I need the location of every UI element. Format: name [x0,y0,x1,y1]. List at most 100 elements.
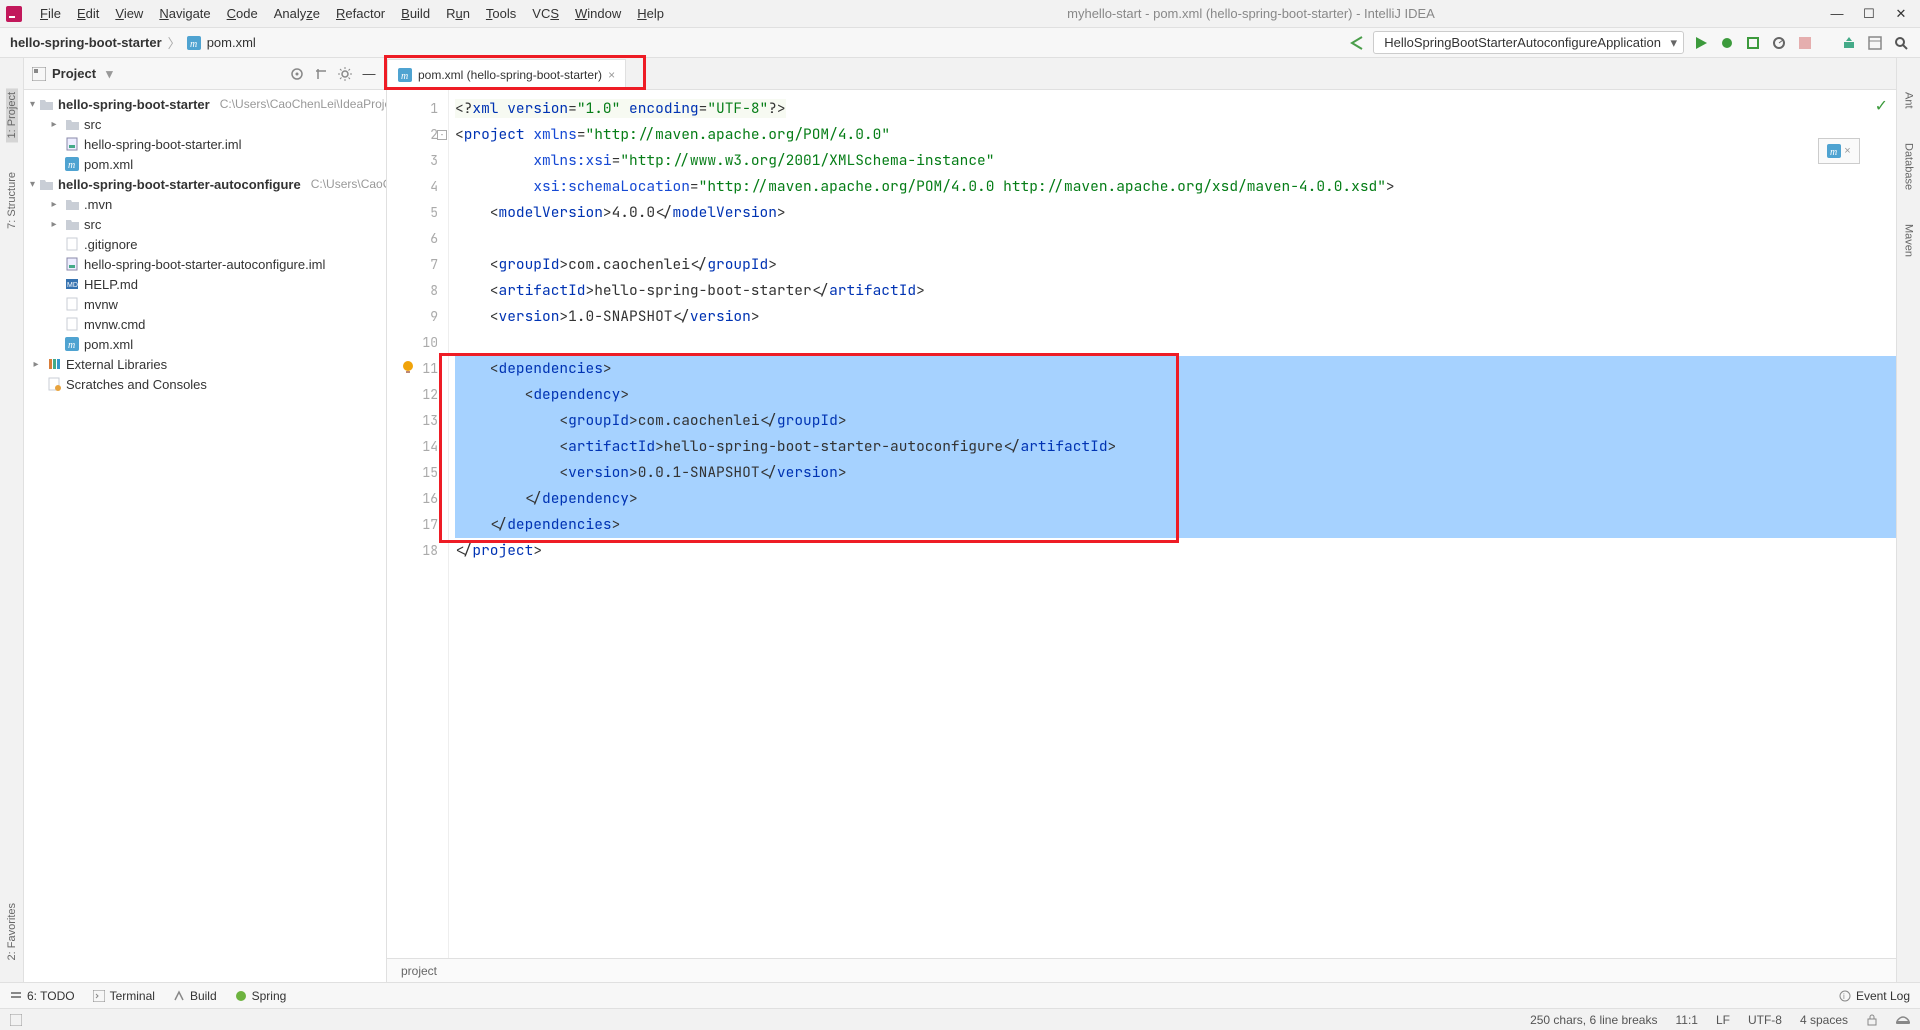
rail-ant[interactable]: Ant [1903,88,1915,113]
project-panel-title[interactable]: Project [32,66,113,82]
tool-terminal[interactable]: Terminal [93,989,155,1003]
rail-maven[interactable]: Maven [1903,220,1915,261]
breadcrumb: hello-spring-boot-starter 〉 m pom.xml [10,33,256,52]
settings-structure-icon[interactable] [1866,34,1884,52]
editor-tabs: m pom.xml (hello-spring-boot-starter) × [387,58,1896,90]
menu-build[interactable]: Build [393,2,438,25]
tool-todo[interactable]: 6: TODO [10,989,75,1003]
rail-structure[interactable]: 7: Structure [6,168,18,233]
expand-icon[interactable] [312,65,330,83]
menu-run[interactable]: Run [438,2,478,25]
locate-icon[interactable] [288,65,306,83]
project-panel-header: Project — [24,58,386,90]
close-tab-icon[interactable]: × [608,68,615,82]
editor-area: m pom.xml (hello-spring-boot-starter) × … [387,58,1896,982]
tree-item[interactable]: .mvn [24,194,386,214]
tree-item[interactable]: .gitignore [24,234,386,254]
status-block-icon[interactable] [10,1014,22,1026]
svg-text:m: m [68,160,75,171]
tree-item[interactable]: MDHELP.md [24,274,386,294]
breadcrumb-file[interactable]: pom.xml [207,35,256,50]
menu-tools[interactable]: Tools [478,2,524,25]
tree-item[interactable]: mvnw.cmd [24,314,386,334]
tree-item[interactable]: mvnw [24,294,386,314]
svg-text:m: m [1830,147,1837,158]
status-indent[interactable]: 4 spaces [1800,1013,1848,1027]
run-button[interactable] [1692,34,1710,52]
menu-view[interactable]: View [107,2,151,25]
menu-help[interactable]: Help [629,2,672,25]
hide-icon[interactable]: — [360,65,378,83]
inspector-hat-icon[interactable] [1896,1015,1910,1025]
tree-item[interactable]: hello-spring-boot-starter-autoconfigure.… [24,254,386,274]
project-panel: Project — hello-spring-boot-starterC:\Us… [24,58,387,982]
coverage-button[interactable] [1744,34,1762,52]
breadcrumb-root[interactable]: hello-spring-boot-starter [10,35,162,50]
menu-edit[interactable]: Edit [69,2,107,25]
editor-breadcrumb[interactable]: project [387,958,1896,982]
window-controls: — ☐ ✕ [1830,6,1914,22]
menu-window[interactable]: Window [567,2,629,25]
status-encoding[interactable]: UTF-8 [1748,1013,1782,1027]
lock-icon[interactable] [1866,1014,1878,1026]
minimize-button[interactable]: — [1830,6,1844,22]
gear-icon[interactable] [336,65,354,83]
status-bar: 250 chars, 6 line breaks 11:1 LF UTF-8 4… [0,1008,1920,1030]
editor-body[interactable]: 123456789101112131415161718 <?xml versio… [387,90,1896,958]
tool-spring[interactable]: Spring [235,989,287,1003]
run-config-dropdown[interactable]: HelloSpringBootStarterAutoconfigureAppli… [1373,31,1684,54]
window-title: myhello-start - pom.xml (hello-spring-bo… [672,6,1830,21]
menu-analyze[interactable]: Analyze [266,2,328,25]
inspection-ok-icon: ✓ [1875,96,1888,116]
project-tree[interactable]: hello-spring-boot-starterC:\Users\CaoChe… [24,90,386,982]
tree-item[interactable]: Scratches and Consoles [24,374,386,394]
menu-refactor[interactable]: Refactor [328,2,393,25]
code-area[interactable]: <?xml version="1.0" encoding="UTF-8"?><p… [449,90,1896,958]
menu-navigate[interactable]: Navigate [151,2,218,25]
menu-code[interactable]: Code [219,2,266,25]
debug-button[interactable] [1718,34,1736,52]
tree-item[interactable]: hello-spring-boot-starter-autoconfigureC… [24,174,386,194]
line-gutter: 123456789101112131415161718 [387,90,449,958]
breadcrumb-sep: 〉 [168,33,181,52]
status-line-sep[interactable]: LF [1716,1013,1730,1027]
m-icon: m [187,36,201,50]
tree-item[interactable]: mpom.xml [24,154,386,174]
maximize-button[interactable]: ☐ [1862,6,1876,22]
svg-text:m: m [68,340,75,351]
status-caret-pos[interactable]: 11:1 [1675,1013,1697,1027]
main-area: 1: Project 7: Structure 2: Favorites Pro… [0,58,1920,982]
bottom-tool-bar: 6: TODO Terminal Build Spring iEvent Log [0,982,1920,1008]
maven-reimport-popup[interactable]: m × [1818,138,1860,164]
menubar: File Edit View Navigate Code Analyze Ref… [0,0,1920,28]
nav-toolbar: hello-spring-boot-starter 〉 m pom.xml He… [0,28,1920,58]
menu-file[interactable]: File [32,2,69,25]
svg-text:MD: MD [67,282,78,289]
tool-build[interactable]: Build [173,989,217,1003]
tree-item[interactable]: hello-spring-boot-starter.iml [24,134,386,154]
back-target-icon[interactable] [1347,34,1365,52]
tree-item[interactable]: hello-spring-boot-starterC:\Users\CaoChe… [24,94,386,114]
close-button[interactable]: ✕ [1894,6,1908,22]
stop-button[interactable] [1796,34,1814,52]
tab-pom-xml[interactable]: m pom.xml (hello-spring-boot-starter) × [387,59,626,89]
rail-database[interactable]: Database [1903,139,1915,194]
update-button[interactable] [1840,34,1858,52]
profile-button[interactable] [1770,34,1788,52]
right-tool-rail: Ant Database Maven [1896,58,1920,982]
rail-favorites[interactable]: 2: Favorites [6,899,18,964]
intention-bulb-icon[interactable] [401,360,415,374]
svg-text:m: m [401,71,408,82]
tree-item[interactable]: mpom.xml [24,334,386,354]
search-everywhere-icon[interactable] [1892,34,1910,52]
tree-item[interactable]: src [24,214,386,234]
rail-project[interactable]: 1: Project [6,88,18,142]
tree-item[interactable]: External Libraries [24,354,386,374]
toolbar-actions: HelloSpringBootStarterAutoconfigureAppli… [1347,31,1910,54]
intellij-logo-icon [6,6,22,22]
menu-vcs[interactable]: VCS [524,2,567,25]
status-chars: 250 chars, 6 line breaks [1530,1013,1657,1027]
event-log-button[interactable]: iEvent Log [1839,989,1910,1003]
tree-item[interactable]: src [24,114,386,134]
fold-toggle-icon[interactable]: - [437,130,447,140]
